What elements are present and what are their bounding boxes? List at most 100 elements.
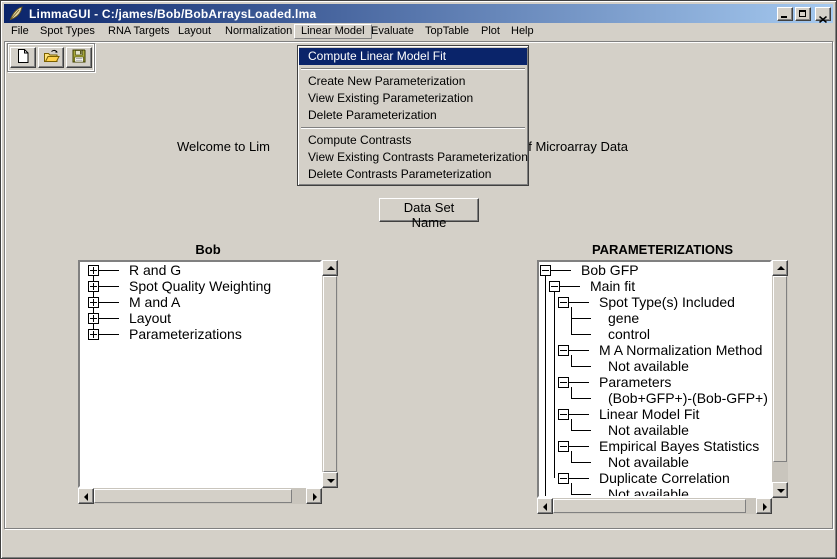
- tree-connector-line: [571, 419, 572, 430]
- tree-item-label[interactable]: Parameterizations: [129, 326, 242, 342]
- tree-item-label[interactable]: Not available: [608, 422, 689, 438]
- menu-item-create-new-parameterization[interactable]: Create New Parameterization: [299, 73, 527, 90]
- maximize-icon: [799, 10, 806, 17]
- scroll-right-button[interactable]: [756, 498, 772, 514]
- tree-item-label[interactable]: gene: [608, 310, 639, 326]
- tree-item-label[interactable]: Spot Quality Weighting: [129, 278, 271, 294]
- tree-item-label[interactable]: M A Normalization Method: [599, 342, 762, 358]
- scroll-up-button[interactable]: [322, 260, 338, 276]
- menu-item-delete-contrasts-parameterization[interactable]: Delete Contrasts Parameterization: [299, 166, 527, 183]
- welcome-text-left: Welcome to Lim: [177, 139, 270, 154]
- new-file-button[interactable]: [10, 47, 36, 68]
- tree-item-label[interactable]: Main fit: [590, 278, 635, 294]
- scroll-thumb[interactable]: [94, 489, 292, 503]
- tree-item-label[interactable]: Not available: [608, 486, 689, 498]
- scroll-track[interactable]: [553, 498, 756, 514]
- tree-connector-line: [550, 270, 571, 271]
- tree-item-label[interactable]: Duplicate Correlation: [599, 470, 730, 486]
- menu-layout[interactable]: Layout: [172, 24, 217, 39]
- tree-item-label[interactable]: Parameters: [599, 374, 671, 390]
- menu-normalization[interactable]: Normalization: [219, 24, 298, 39]
- scroll-down-button[interactable]: [322, 472, 338, 488]
- menu-item-compute-contrasts[interactable]: Compute Contrasts: [299, 132, 527, 149]
- scrollbar-corner: [322, 488, 338, 504]
- scroll-thumb[interactable]: [553, 499, 746, 513]
- menu-item-view-existing-contrasts-parameterization[interactable]: View Existing Contrasts Parameterization: [299, 149, 527, 166]
- tree-collapse-box[interactable]: [549, 281, 560, 292]
- tree-item-label[interactable]: R and G: [129, 262, 181, 278]
- parameterizations-tree-hscrollbar[interactable]: [537, 498, 772, 514]
- tree-collapse-box[interactable]: [558, 345, 569, 356]
- menu-file[interactable]: File: [5, 24, 35, 39]
- scroll-down-button[interactable]: [772, 482, 788, 498]
- welcome-text-right: of Microarray Data: [521, 139, 628, 154]
- tree-collapse-box[interactable]: [558, 297, 569, 308]
- dataset-tree-title: Bob: [78, 242, 338, 260]
- tree-expand-box[interactable]: [88, 313, 99, 324]
- tree-item-label[interactable]: Spot Type(s) Included: [599, 294, 735, 310]
- menu-spot-types[interactable]: Spot Types: [34, 24, 101, 39]
- tree-item-label[interactable]: Linear Model Fit: [599, 406, 699, 422]
- tree-item-label[interactable]: Bob GFP: [581, 262, 639, 278]
- menu-plot[interactable]: Plot: [475, 24, 506, 39]
- up-arrow-icon: [777, 266, 785, 270]
- close-button[interactable]: [815, 7, 831, 21]
- tree-item-label[interactable]: Empirical Bayes Statistics: [599, 438, 759, 454]
- menu-evaluate[interactable]: Evaluate: [365, 24, 420, 39]
- scrollbar-corner: [772, 498, 788, 514]
- tree-connector-line: [568, 446, 589, 447]
- tree-expand-box[interactable]: [88, 265, 99, 276]
- tree-item-label[interactable]: Not available: [608, 358, 689, 374]
- scroll-left-button[interactable]: [537, 498, 553, 514]
- tree-collapse-box[interactable]: [558, 377, 569, 388]
- tree-item-label[interactable]: (Bob+GFP+)-(Bob-GFP+): [608, 390, 768, 406]
- menu-item-view-existing-parameterization[interactable]: View Existing Parameterization: [299, 90, 527, 107]
- dataset-tree-vscrollbar[interactable]: [322, 260, 338, 488]
- maximize-button[interactable]: [795, 7, 811, 21]
- tree-collapse-box[interactable]: [558, 441, 569, 452]
- tree-expand-box[interactable]: [88, 281, 99, 292]
- open-file-icon: [43, 48, 60, 67]
- parameterizations-tree-title: PARAMETERIZATIONS: [537, 242, 788, 260]
- scroll-right-button[interactable]: [306, 488, 322, 504]
- tree-connector-line: [568, 414, 589, 415]
- minimize-button[interactable]: [777, 7, 793, 21]
- save-file-button[interactable]: [66, 47, 92, 68]
- open-file-button[interactable]: [38, 47, 64, 68]
- tree-connector-line: [571, 318, 591, 319]
- linear-model-dropdown-menu: Compute Linear Model Fit Create New Param…: [297, 45, 529, 186]
- window-controls: [775, 7, 831, 21]
- scroll-thumb[interactable]: [773, 276, 787, 462]
- menu-rna-targets[interactable]: RNA Targets: [102, 24, 176, 39]
- data-set-name-button[interactable]: Data Set Name: [379, 198, 479, 222]
- tree-item-label[interactable]: Not available: [608, 454, 689, 470]
- parameterizations-tree[interactable]: Bob GFPMain fitSpot Type(s) Includedgene…: [537, 260, 772, 498]
- tree-connector-line: [568, 478, 589, 479]
- scroll-up-button[interactable]: [772, 260, 788, 276]
- dataset-tree[interactable]: R and GSpot Quality WeightingM and ALayo…: [78, 260, 322, 488]
- scroll-track[interactable]: [772, 276, 788, 482]
- parameterizations-tree-vscrollbar[interactable]: [772, 260, 788, 498]
- dataset-tree-hscrollbar[interactable]: [78, 488, 322, 504]
- scroll-left-button[interactable]: [78, 488, 94, 504]
- menu-item-delete-parameterization[interactable]: Delete Parameterization: [299, 107, 527, 124]
- menu-toptable[interactable]: TopTable: [419, 24, 475, 39]
- scroll-track[interactable]: [94, 488, 306, 504]
- down-arrow-icon: [777, 489, 785, 493]
- menu-item-compute-linear-model-fit[interactable]: Compute Linear Model Fit: [299, 48, 527, 65]
- tree-expand-box[interactable]: [88, 297, 99, 308]
- tree-item-label[interactable]: control: [608, 326, 650, 342]
- tree-item-label[interactable]: Layout: [129, 310, 171, 326]
- client-area: Welcome to Lim of Microarray Data Data S…: [4, 41, 833, 529]
- scroll-thumb[interactable]: [323, 276, 337, 472]
- scroll-track[interactable]: [322, 276, 338, 472]
- tree-expand-box[interactable]: [88, 329, 99, 340]
- menu-linear-model[interactable]: Linear Model: [294, 24, 372, 39]
- tree-collapse-box[interactable]: [540, 265, 551, 276]
- tree-item-label[interactable]: M and A: [129, 294, 180, 310]
- tree-connector-line: [571, 355, 572, 366]
- tree-connector-line: [571, 366, 591, 367]
- tree-collapse-box[interactable]: [558, 473, 569, 484]
- menu-help[interactable]: Help: [505, 24, 540, 39]
- tree-collapse-box[interactable]: [558, 409, 569, 420]
